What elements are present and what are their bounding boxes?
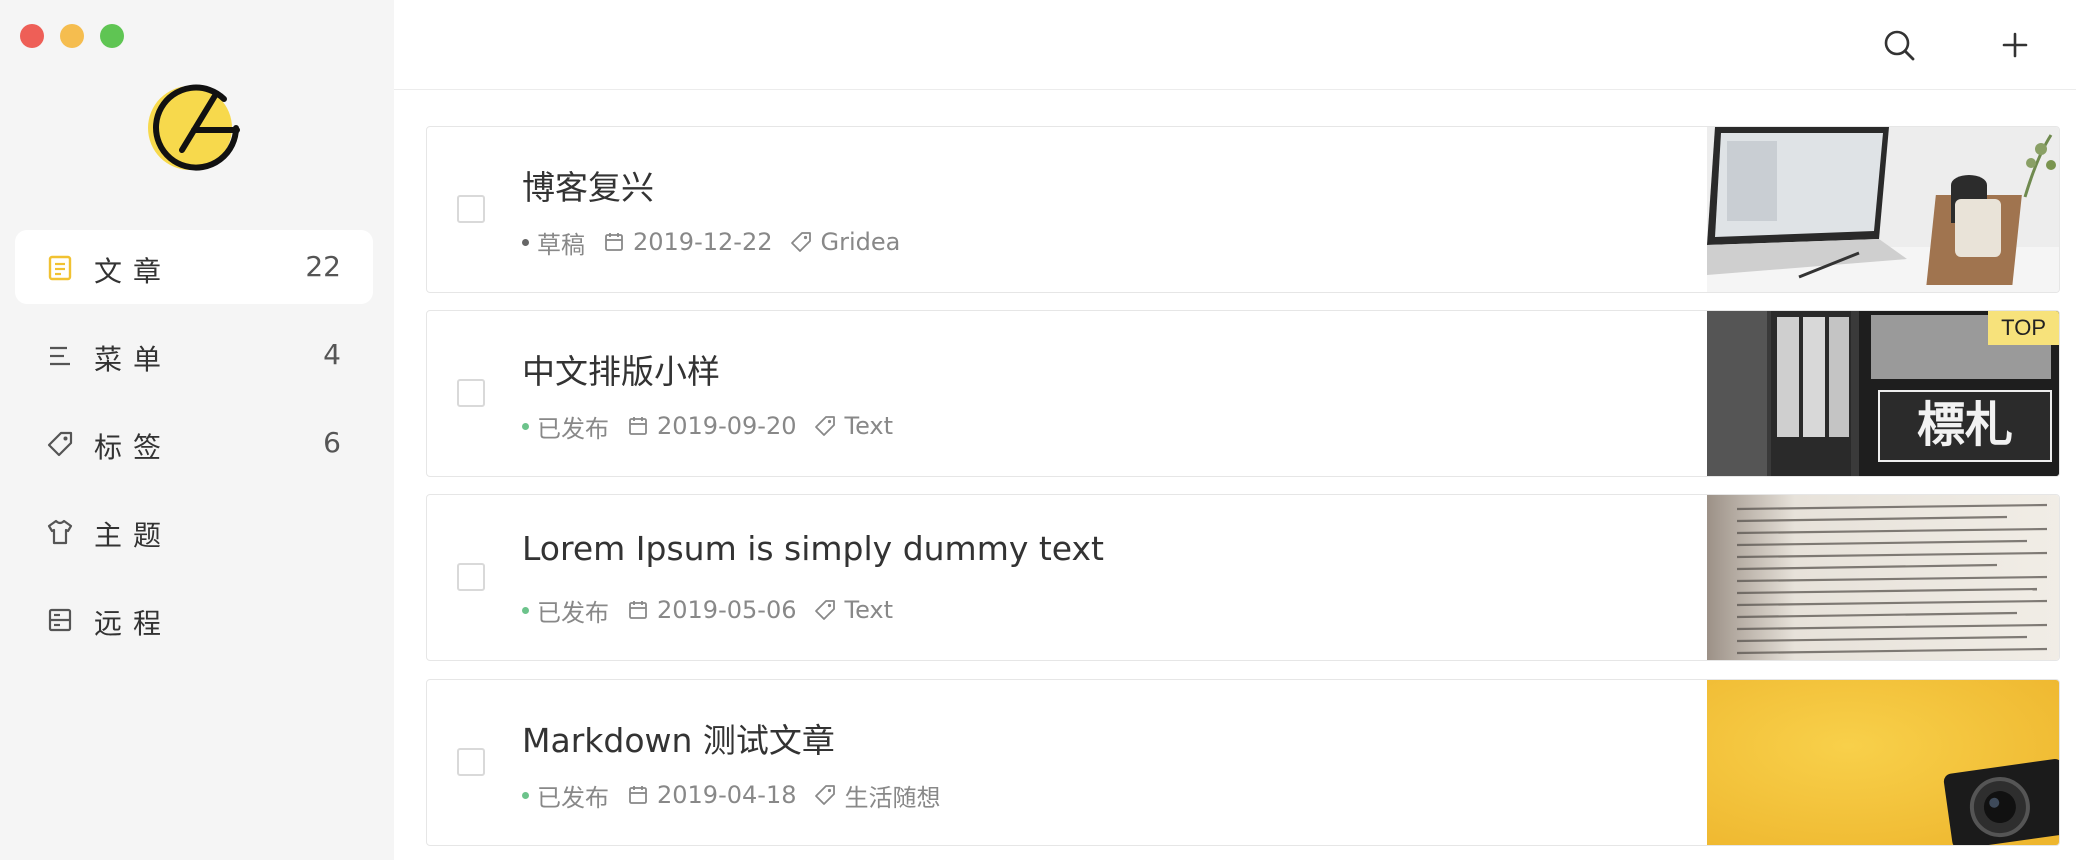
post-status: 草稿 — [537, 230, 585, 259]
theme-shirt-icon — [47, 519, 73, 545]
tag-icon — [791, 232, 812, 252]
status-dot — [522, 791, 529, 799]
post-meta: 已发布 2019-09-20 Text — [522, 411, 894, 443]
post-tag: Gridea — [820, 228, 901, 256]
post-thumbnail-laptop — [1707, 127, 2059, 292]
window-minimize-button[interactable] — [60, 24, 84, 48]
calendar-icon — [629, 601, 647, 619]
sidebar-item-label: 主题 — [94, 519, 173, 552]
post-status: 已发布 — [537, 598, 609, 627]
post-checkbox[interactable] — [457, 379, 485, 407]
svg-text:標札: 標札 — [1917, 397, 2013, 453]
status-dot — [522, 422, 529, 430]
post-card[interactable]: Markdown 测试文章 已发布 2019-04-18 生活随想 — [426, 679, 2060, 846]
menu-icon — [50, 346, 70, 366]
sidebar-item-label: 文章 — [94, 255, 173, 288]
main-content: 博客复兴 草稿 2019-12-22 Gridea 中文排版小样 已发布 201… — [394, 0, 2076, 860]
post-meta: 已发布 2019-05-06 Text — [522, 595, 894, 627]
post-meta: 草稿 2019-12-22 Gridea — [522, 227, 901, 259]
sidebar-item-label: 远程 — [94, 607, 173, 640]
post-date: 2019-09-20 — [657, 412, 797, 440]
post-title[interactable]: Lorem Ipsum is simply dummy text — [522, 529, 1104, 568]
post-thumbnail-camera — [1707, 680, 2059, 845]
top-badge: TOP — [1988, 311, 2059, 345]
sidebar-item-tags[interactable]: 标签 6 — [15, 406, 373, 480]
app-logo — [148, 84, 240, 171]
toolbar — [394, 0, 2076, 90]
sidebar-item-count: 4 — [323, 338, 341, 371]
post-title[interactable]: Markdown 测试文章 — [522, 714, 835, 762]
post-status: 已发布 — [537, 783, 609, 812]
tag-icon — [815, 416, 836, 436]
tag-icon — [47, 431, 73, 457]
calendar-icon — [605, 233, 623, 251]
sidebar-item-count: 22 — [305, 250, 341, 283]
status-dot — [522, 238, 529, 246]
sidebar-item-label: 标签 — [94, 431, 173, 464]
tag-icon — [815, 785, 836, 805]
plus-icon[interactable] — [1998, 28, 2032, 62]
post-card[interactable]: 博客复兴 草稿 2019-12-22 Gridea — [426, 126, 2060, 293]
post-tag: 生活随想 — [844, 783, 941, 812]
post-checkbox[interactable] — [457, 195, 485, 223]
post-tag: Text — [844, 412, 894, 440]
sidebar-item-count: 6 — [323, 426, 341, 459]
search-icon[interactable] — [1882, 28, 1916, 62]
calendar-icon — [629, 786, 647, 804]
tag-icon — [815, 600, 836, 620]
post-meta: 已发布 2019-04-18 生活随想 — [522, 780, 941, 812]
post-status: 已发布 — [537, 414, 609, 443]
post-date: 2019-12-22 — [633, 228, 773, 256]
post-title[interactable]: 博客复兴 — [522, 161, 654, 209]
status-dot — [522, 606, 529, 614]
window-close-button[interactable] — [20, 24, 44, 48]
post-title[interactable]: 中文排版小样 — [522, 345, 720, 393]
post-card[interactable]: 中文排版小样 已发布 2019-09-20 Text 標札 TOP — [426, 310, 2060, 477]
post-card[interactable]: Lorem Ipsum is simply dummy text 已发布 201… — [426, 494, 2060, 661]
post-thumbnail-dictionary — [1707, 495, 2059, 660]
post-checkbox[interactable] — [457, 748, 485, 776]
calendar-icon — [629, 417, 647, 435]
sidebar: 文章 22 菜单 4 标签 6 主题 远程 — [0, 0, 394, 860]
window-maximize-button[interactable] — [100, 24, 124, 48]
post-checkbox[interactable] — [457, 563, 485, 591]
sidebar-item-articles[interactable]: 文章 22 — [15, 230, 373, 304]
sidebar-item-menu[interactable]: 菜单 4 — [15, 318, 373, 392]
post-date: 2019-04-18 — [657, 781, 797, 809]
post-date: 2019-05-06 — [657, 596, 797, 624]
sidebar-item-remote[interactable]: 远程 — [15, 582, 373, 656]
remote-icon — [48, 608, 72, 632]
article-icon — [48, 255, 72, 281]
sidebar-item-theme[interactable]: 主题 — [15, 494, 373, 568]
post-tag: Text — [844, 596, 894, 624]
sidebar-item-label: 菜单 — [94, 343, 173, 376]
